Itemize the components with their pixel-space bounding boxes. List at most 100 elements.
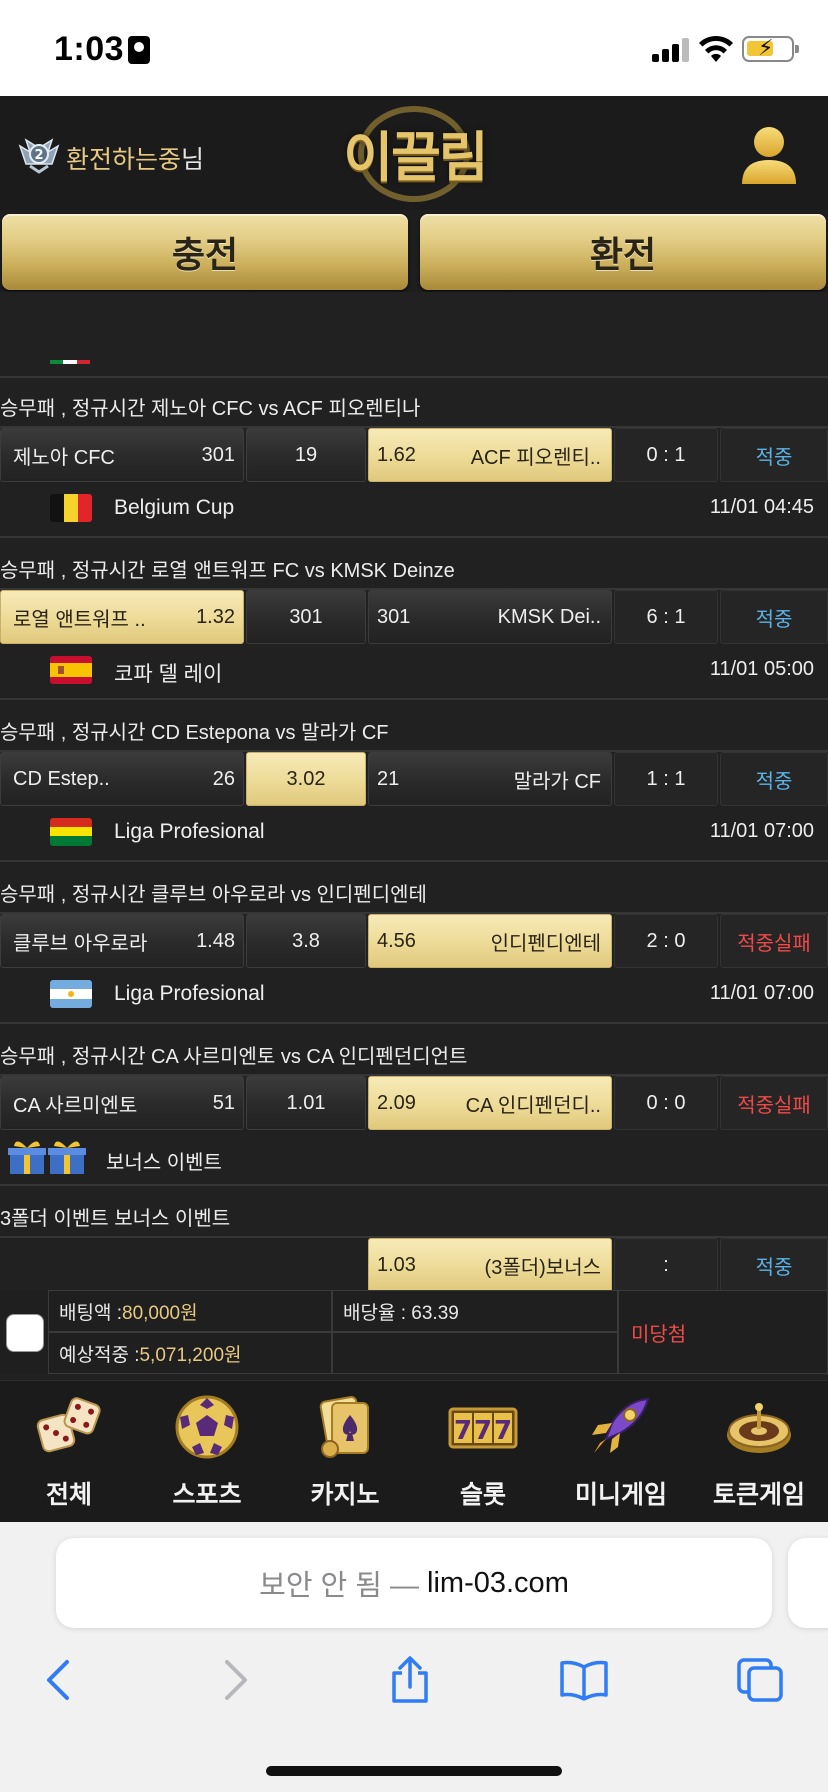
nav-label: 미니게임 bbox=[574, 1481, 667, 1509]
charge-button[interactable]: 충전 bbox=[2, 214, 408, 290]
away-odds-button[interactable]: 21 말라가 CF bbox=[368, 752, 612, 806]
nav-label: 카지노 bbox=[310, 1481, 380, 1509]
select-checkbox[interactable] bbox=[6, 1314, 44, 1352]
insecure-label: 보안 안 됨 — bbox=[259, 1570, 420, 1602]
site-logo[interactable]: 이끌림 bbox=[340, 102, 490, 202]
rank-badge-icon: 2 bbox=[18, 138, 60, 174]
cards-icon bbox=[319, 1396, 369, 1458]
league-name: Liga Profesional bbox=[114, 982, 265, 1005]
svg-text:7: 7 bbox=[494, 1416, 512, 1446]
home-odds-button[interactable]: CA 사르미엔토 51 bbox=[0, 1076, 244, 1130]
wifi-icon bbox=[699, 35, 733, 62]
bet-amount: 배팅액 : 80,000원 bbox=[48, 1290, 332, 1332]
exchange-button[interactable]: 환전 bbox=[420, 214, 826, 290]
nav-minigame[interactable]: 미니게임 bbox=[552, 1381, 690, 1523]
market-title: 승무패 , 정규시간 클루브 아우로라 vs 인디펜디엔테 bbox=[0, 884, 427, 906]
wallet-actions: 충전 환전 bbox=[0, 214, 828, 292]
away-odds-button[interactable]: 1.62 ACF 피오렌티.. bbox=[368, 428, 612, 482]
chevron-left-icon bbox=[47, 1660, 69, 1700]
home-indicator bbox=[266, 1766, 562, 1776]
id-card-icon bbox=[128, 36, 150, 64]
away-odds-button[interactable]: 4.56 인디펜디엔테 bbox=[368, 914, 612, 968]
roulette-icon bbox=[727, 1403, 791, 1453]
bonus-odds-button[interactable]: 1.03 (3폴더)보너스 bbox=[368, 1238, 612, 1292]
cellular-signal-icon bbox=[652, 38, 690, 62]
odds-row: 클루브 아우로라 1.48 3.8 4.56 인디펜디엔테 2 : 0 적중실패 bbox=[0, 914, 828, 968]
expected-win: 예상적중 : 5,071,200원 bbox=[48, 1332, 332, 1374]
bet-status: 적중 bbox=[720, 590, 828, 644]
away-odds-button[interactable]: 301 KMSK Dei.. bbox=[368, 590, 612, 644]
draw-odds-button[interactable]: 19 bbox=[246, 428, 366, 482]
bookmarks-button[interactable] bbox=[554, 1652, 614, 1708]
svg-text:7: 7 bbox=[454, 1416, 472, 1446]
svg-text:2: 2 bbox=[34, 148, 43, 163]
nav-slot[interactable]: 7 7 7 슬롯 bbox=[414, 1381, 552, 1523]
app-header: 2 환전하는중님 이끌림 bbox=[0, 96, 828, 210]
odds-row: 제노아 CFC 301 19 1.62 ACF 피오렌티.. 0 : 1 적중 bbox=[0, 428, 828, 482]
draw-odds-button[interactable]: 3.02 bbox=[246, 752, 366, 806]
address-bar[interactable]: 보안 안 됨 — lim-03.com bbox=[56, 1538, 772, 1628]
tabs-icon bbox=[737, 1658, 783, 1702]
flag-icon bbox=[50, 360, 90, 364]
battery-icon: ⚡ bbox=[742, 35, 799, 62]
bonus-row: 보너스 이벤트 bbox=[0, 1130, 828, 1184]
bottom-navigation: 전체 스포츠 카지노 7 7 7 슬롯 미니게임 토큰게임 bbox=[0, 1380, 828, 1522]
league-row: 코파 델 레이 11/01 05:00 bbox=[0, 644, 828, 696]
market-title: 3폴더 이벤트 보너스 이벤트 bbox=[0, 1208, 231, 1230]
bet-status: 적중실패 bbox=[720, 914, 828, 968]
league-row: Liga Profesional 11/01 07:00 bbox=[0, 806, 828, 858]
nav-token-game[interactable]: 토큰게임 bbox=[690, 1381, 828, 1523]
home-odds-button[interactable]: CD Estep.. 26 bbox=[0, 752, 244, 806]
slot-777-icon: 7 7 7 bbox=[448, 1407, 518, 1449]
nav-casino[interactable]: 카지노 bbox=[276, 1381, 414, 1523]
bet-status: 적중 bbox=[720, 428, 828, 482]
league-row: Belgium Cup 11/01 04:45 bbox=[0, 482, 828, 534]
nav-label: 스포츠 bbox=[172, 1481, 242, 1509]
market-title: 승무패 , 정규시간 제노아 CFC vs ACF 피오렌티나 bbox=[0, 398, 421, 420]
bonus-label: 보너스 이벤트 bbox=[106, 1152, 222, 1174]
argentina-flag-icon bbox=[50, 980, 92, 1008]
draw-odds-button[interactable]: 3.8 bbox=[246, 914, 366, 968]
match-score: 0 : 0 bbox=[614, 1076, 718, 1130]
odds-row: CA 사르미엔토 51 1.01 2.09 CA 인디펜던디.. 0 : 0 적중실… bbox=[0, 1076, 828, 1130]
rocket-icon bbox=[592, 1397, 650, 1453]
league-name: Belgium Cup bbox=[114, 496, 235, 519]
user-profile-icon[interactable] bbox=[740, 124, 798, 186]
browser-toolbar: 보안 안 됨 — lim-03.com bbox=[0, 1522, 828, 1792]
bet-status: 적중실패 bbox=[720, 1076, 828, 1130]
nav-label: 슬롯 bbox=[459, 1481, 506, 1509]
odds-row: 로열 앤트워프 .. 1.32 301 301 KMSK Dei.. 6 : 1 적… bbox=[0, 590, 828, 644]
odds-rate: 배당율 : 63.39 bbox=[332, 1290, 618, 1332]
next-tab-preview[interactable] bbox=[788, 1538, 828, 1628]
bonus-odds-row: 1.03 (3폴더)보너스 : 적중 bbox=[0, 1238, 828, 1292]
forward-button[interactable] bbox=[206, 1652, 266, 1708]
svg-text:7: 7 bbox=[474, 1416, 492, 1446]
league-name: 코파 델 레이 bbox=[114, 663, 223, 686]
username[interactable]: 환전하는중님 bbox=[66, 140, 204, 176]
market-title: 승무패 , 정규시간 CD Estepona vs 말라가 CF bbox=[0, 722, 389, 744]
nav-all[interactable]: 전체 bbox=[0, 1381, 138, 1523]
chevron-right-icon bbox=[225, 1660, 247, 1700]
home-odds-button[interactable]: 클루브 아우로라 1.48 bbox=[0, 914, 244, 968]
tabs-button[interactable] bbox=[730, 1652, 790, 1708]
spain-flag-icon bbox=[50, 656, 92, 684]
home-odds-button[interactable]: 로열 앤트워프 .. 1.32 bbox=[0, 590, 244, 644]
book-icon bbox=[560, 1660, 608, 1701]
home-odds-button[interactable]: 제노아 CFC 301 bbox=[0, 428, 244, 482]
market-title: 승무패 , 정규시간 로열 앤트워프 FC vs KMSK Deinze bbox=[0, 560, 455, 582]
share-button[interactable] bbox=[380, 1652, 440, 1708]
share-icon bbox=[392, 1656, 428, 1703]
draw-odds-button[interactable]: 301 bbox=[246, 590, 366, 644]
nav-sports[interactable]: 스포츠 bbox=[138, 1381, 276, 1523]
bet-history-list: 승무패 , 정규시간 제노아 CFC vs ACF 피오렌티나 제노아 CFC 3… bbox=[0, 292, 828, 1380]
back-button[interactable] bbox=[28, 1652, 88, 1708]
status-time: 1:03 bbox=[54, 30, 125, 68]
soccer-ball-icon bbox=[175, 1395, 239, 1459]
away-odds-button[interactable]: 2.09 CA 인디펜던디.. bbox=[368, 1076, 612, 1130]
draw-odds-button[interactable]: 1.01 bbox=[246, 1076, 366, 1130]
match-time: 11/01 04:45 bbox=[709, 496, 814, 518]
league-name: Liga Profesional bbox=[114, 820, 265, 843]
ios-status-bar: 1:03 ⚡ bbox=[0, 0, 828, 96]
gift-box-icon bbox=[8, 1141, 86, 1174]
nav-label: 전체 bbox=[45, 1481, 92, 1509]
